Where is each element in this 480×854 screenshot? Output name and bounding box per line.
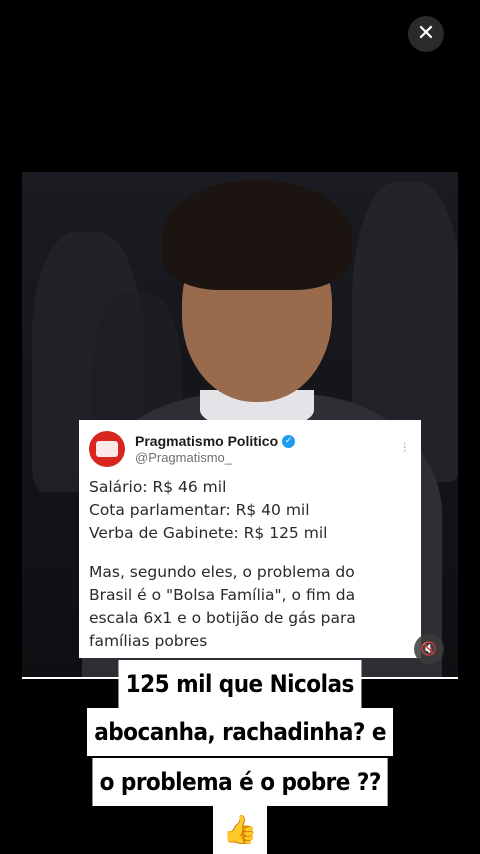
tweet-author: Pragmatismo Politico ✓ @Pragmatismo_ [135, 433, 296, 465]
close-icon: ✕ [416, 21, 436, 46]
caption-row: 👍 [0, 806, 480, 854]
tweet-line: Cota parlamentar: R$ 40 mil [89, 501, 310, 519]
caption-row: o problema é o pobre ?? [0, 758, 480, 806]
caption-row: 125 mil que Nicolas [0, 660, 480, 708]
speaker-muted-icon: 🔇 [420, 641, 438, 657]
tweet-paragraph: Mas, segundo eles, o problema do Brasil … [89, 563, 356, 650]
caption-line-2: abocanha, rachadinha? e [86, 708, 394, 756]
author-handle: @Pragmatismo_ [135, 450, 233, 465]
tweet-line: Salário: R$ 46 mil [89, 478, 227, 496]
subject-hair [162, 180, 352, 290]
account-avatar [89, 431, 125, 467]
more-options-icon: ⁝ [402, 440, 407, 456]
close-button[interactable]: ✕ [408, 16, 444, 52]
caption-line-3: o problema é o pobre ?? [92, 758, 388, 806]
logo-icon [96, 441, 118, 457]
thumbs-up-icon: 👍 [212, 806, 268, 854]
tweet-header: Pragmatismo Politico ✓ @Pragmatismo_ ⁝ [89, 426, 411, 472]
tweet-card: Pragmatismo Politico ✓ @Pragmatismo_ ⁝ S… [79, 420, 421, 658]
tweet-line: Verba de Gabinete: R$ 125 mil [89, 524, 328, 542]
author-name: Pragmatismo Politico [135, 433, 279, 449]
caption-line-1: 125 mil que Nicolas [118, 660, 362, 708]
tweet-body: Salário: R$ 46 mil Cota parlamentar: R$ … [89, 476, 411, 653]
verified-icon: ✓ [282, 434, 296, 448]
caption-row: abocanha, rachadinha? e [0, 708, 480, 756]
